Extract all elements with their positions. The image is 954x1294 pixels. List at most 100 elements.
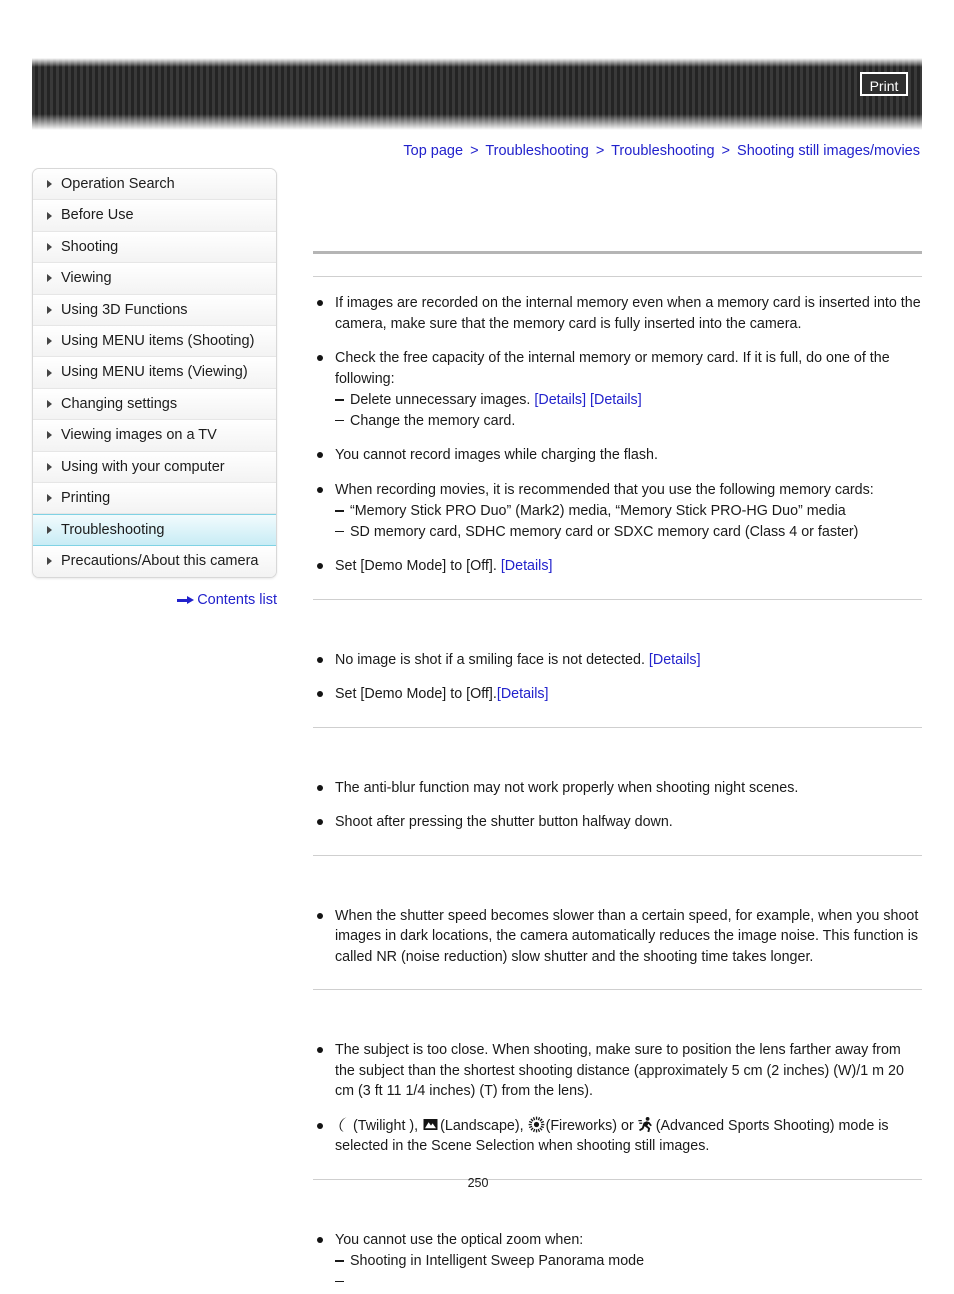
- sub-list-item: Change the memory card.: [335, 411, 922, 432]
- sidebar-item-label: Using with your computer: [61, 458, 225, 475]
- list-item: When recording movies, it is recommended…: [313, 480, 922, 543]
- sidebar-item-label: Using MENU items (Viewing): [61, 364, 248, 381]
- bullet-text: No image is shot if a smiling face is no…: [335, 651, 645, 668]
- bullet-dot-icon: [317, 1122, 323, 1129]
- breadcrumb-separator: >: [721, 143, 731, 159]
- breadcrumb-separator: >: [470, 143, 479, 159]
- breadcrumb-item-shooting-still-images-movies[interactable]: Shooting still images/movies: [737, 143, 920, 159]
- details-link[interactable]: [Details]: [649, 652, 701, 668]
- dash-icon: [335, 1280, 344, 1283]
- sidebar-item-label: Using 3D Functions: [61, 301, 188, 318]
- sidebar-item-viewing[interactable]: Viewing: [33, 263, 276, 295]
- section-heading-2: [313, 600, 922, 634]
- main-content: If images are recorded on the internal m…: [313, 196, 922, 1294]
- sidebar-item-changing-settings[interactable]: Changing settings: [33, 388, 276, 421]
- list-item: (Twilight ), (Landscape), (Fireworks) or…: [313, 1116, 922, 1157]
- sidebar-item-using-menu-items-viewing[interactable]: Using MENU items (Viewing): [33, 357, 276, 389]
- header-banner: Print: [32, 58, 922, 130]
- section-body-2: No image is shot if a smiling face is no…: [313, 634, 922, 727]
- section-heading-3: [313, 728, 922, 762]
- details-link[interactable]: [Details]: [590, 392, 642, 408]
- section-body-4: When the shutter speed becomes slower th…: [313, 890, 922, 990]
- bullet-text: When recording movies, it is recommended…: [335, 481, 874, 498]
- bullet-text: Set [Demo Mode] to [Off].: [335, 686, 497, 702]
- list-item: You cannot record images while charging …: [313, 445, 922, 466]
- bullet-text: Shoot after pressing the shutter button …: [335, 814, 673, 830]
- dash-icon: [335, 510, 344, 512]
- bullet-text: You cannot use the optical zoom when:: [335, 1231, 584, 1248]
- dash-icon: [335, 530, 344, 533]
- chevron-right-icon: [47, 399, 52, 408]
- list-item: The subject is too close. When shooting,…: [313, 1040, 922, 1102]
- section-heading-1: [313, 196, 922, 218]
- sidebar-item-before-use[interactable]: Before Use: [33, 200, 276, 232]
- details-link[interactable]: [Details]: [497, 686, 549, 702]
- chevron-right-icon: [47, 274, 52, 283]
- bullet-text: (Twilight ),: [353, 1117, 419, 1134]
- sidebar-navigation: Operation Search Before Use Shooting Vie…: [32, 168, 277, 579]
- twilight-moon-icon: [335, 1116, 352, 1133]
- bullet-text: The anti-blur function may not work prop…: [335, 779, 799, 796]
- bullet-dot-icon: [317, 656, 323, 663]
- sidebar-item-using-with-your-computer[interactable]: Using with your computer: [33, 451, 276, 483]
- sidebar-item-label: Before Use: [61, 207, 134, 224]
- chevron-right-icon: [47, 462, 52, 471]
- chevron-right-icon: [47, 525, 52, 534]
- section-body-6: You cannot use the optical zoom when: Sh…: [313, 1214, 922, 1294]
- sidebar-item-shooting[interactable]: Shooting: [33, 231, 276, 264]
- list-item: Shoot after pressing the shutter button …: [313, 812, 922, 833]
- section-body-5: The subject is too close. When shooting,…: [313, 1024, 922, 1179]
- sub-list-item: “Memory Stick PRO Duo” (Mark2) media, “M…: [335, 501, 922, 522]
- section-heading-4: [313, 856, 922, 890]
- details-link[interactable]: [Details]: [501, 558, 553, 574]
- sidebar-item-troubleshooting[interactable]: Troubleshooting: [33, 514, 276, 546]
- dash-icon: [335, 1260, 344, 1262]
- sub-bullet-text: Delete unnecessary images.: [350, 392, 531, 408]
- breadcrumb-separator: >: [595, 143, 605, 159]
- sidebar-item-label: Printing: [61, 489, 111, 506]
- bullet-dot-icon: [317, 486, 323, 493]
- section-heading-5: [313, 990, 922, 1024]
- list-item: No image is shot if a smiling face is no…: [313, 650, 922, 671]
- arrow-right-icon: [177, 595, 195, 605]
- sidebar-item-operation-search[interactable]: Operation Search: [33, 169, 276, 201]
- section-body-3: The anti-blur function may not work prop…: [313, 762, 922, 855]
- bullet-dot-icon: [317, 784, 323, 791]
- contents-list-link[interactable]: Contents list: [32, 592, 277, 608]
- sidebar-item-label: Viewing images on a TV: [61, 427, 217, 444]
- bullet-text: (Fireworks) or: [545, 1117, 634, 1134]
- bullet-dot-icon: [317, 452, 323, 458]
- bullet-dot-icon: [317, 1047, 323, 1053]
- sidebar-item-label: Changing settings: [61, 395, 178, 412]
- page-number: 250: [467, 1176, 489, 1190]
- bullet-text: If images are recorded on the internal m…: [335, 295, 921, 332]
- breadcrumb-item-troubleshooting[interactable]: Troubleshooting: [485, 143, 588, 159]
- dash-icon: [335, 399, 344, 401]
- sidebar-item-label: Precautions/About this camera: [61, 552, 259, 569]
- sidebar-item-precautions-about-this-camera[interactable]: Precautions/About this camera: [33, 545, 276, 578]
- sub-list-item: SD memory card, SDHC memory card or SDXC…: [335, 522, 922, 543]
- dash-icon: [335, 419, 344, 422]
- sidebar-item-viewing-images-on-a-tv[interactable]: Viewing images on a TV: [33, 420, 276, 452]
- sidebar-item-printing[interactable]: Printing: [33, 482, 276, 515]
- sidebar-item-using-menu-items-shooting[interactable]: Using MENU items (Shooting): [33, 325, 276, 358]
- list-item: Set [Demo Mode] to [Off]. [Details]: [313, 556, 922, 577]
- sub-list-item: Shooting in Intelligent Sweep Panorama m…: [335, 1251, 922, 1272]
- chevron-right-icon: [47, 557, 52, 566]
- bullet-text: You cannot record images while charging …: [335, 447, 658, 463]
- details-link[interactable]: [Details]: [534, 392, 586, 408]
- chevron-right-icon: [47, 305, 52, 314]
- sub-bullet-text: Change the memory card.: [350, 412, 516, 429]
- bullet-text: (Landscape),: [440, 1117, 524, 1134]
- list-item: Set [Demo Mode] to [Off].[Details]: [313, 684, 922, 705]
- bullet-dot-icon: [317, 1236, 323, 1243]
- breadcrumb-item-troubleshooting-sub[interactable]: Troubleshooting: [611, 143, 714, 159]
- sidebar-item-label: Using MENU items (Shooting): [61, 332, 255, 349]
- print-button[interactable]: Print: [860, 72, 908, 96]
- breadcrumb-item-top-page[interactable]: Top page: [403, 143, 463, 159]
- sidebar-item-using-3d-functions[interactable]: Using 3D Functions: [33, 294, 276, 326]
- sidebar-item-label: Viewing: [61, 270, 112, 287]
- chevron-right-icon: [47, 368, 52, 377]
- list-item: Check the free capacity of the internal …: [313, 348, 922, 431]
- bullet-dot-icon: [317, 819, 323, 825]
